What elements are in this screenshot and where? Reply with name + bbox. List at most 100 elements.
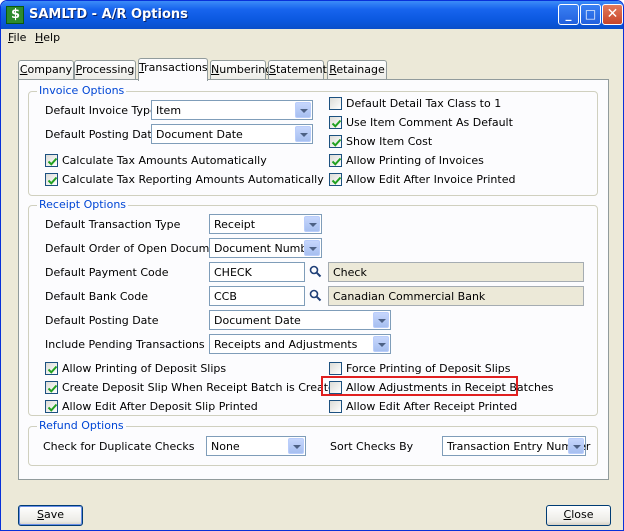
show-item-cost-label: Show Item Cost bbox=[346, 135, 433, 148]
default-invoice-type-label: Default Invoice Type bbox=[45, 104, 157, 117]
tab-transactions[interactable]: Transactions bbox=[138, 58, 208, 81]
check-duplicate-select[interactable]: None bbox=[206, 436, 306, 456]
checkbox-box[interactable] bbox=[329, 362, 342, 375]
checkbox-box[interactable] bbox=[329, 154, 342, 167]
chevron-down-icon[interactable] bbox=[568, 438, 584, 454]
include-pending-select[interactable]: Receipts and Adjustments bbox=[209, 334, 391, 354]
search-icon[interactable] bbox=[306, 262, 326, 282]
invoice-options-group: Invoice Options Default Invoice Type Ite… bbox=[28, 84, 598, 196]
checkmark-icon bbox=[331, 157, 342, 166]
receipt-default-posting-date-label: Default Posting Date bbox=[45, 314, 159, 327]
default-order-select[interactable]: Document Number bbox=[209, 238, 322, 258]
checkbox-box[interactable] bbox=[45, 381, 58, 394]
refund-options-group: Refund Options Check for Duplicate Check… bbox=[28, 419, 598, 466]
default-bank-code-label: Default Bank Code bbox=[45, 290, 148, 303]
menu-help[interactable]: Help bbox=[35, 31, 60, 44]
checkbox-box[interactable] bbox=[329, 116, 342, 129]
checkbox-box[interactable] bbox=[329, 135, 342, 148]
checkmark-icon bbox=[331, 119, 342, 128]
check-duplicate-label: Check for Duplicate Checks bbox=[43, 440, 195, 453]
default-payment-code-input[interactable]: CHECK bbox=[209, 262, 305, 282]
tab-company[interactable]: Company bbox=[18, 60, 74, 80]
close-window-button[interactable]: ✕ bbox=[602, 4, 623, 25]
bank-code-description: Canadian Commercial Bank bbox=[328, 286, 584, 306]
search-icon[interactable] bbox=[306, 286, 326, 306]
payment-code-description: Check bbox=[328, 262, 584, 282]
default-posting-date-select[interactable]: Document Date bbox=[151, 124, 313, 144]
title-bar: SAMLTD - A/R Options _ □ ✕ bbox=[1, 1, 623, 29]
chevron-down-icon[interactable] bbox=[295, 102, 311, 118]
checkmark-icon bbox=[331, 138, 342, 147]
allow-edit-after-invoice-label: Allow Edit After Invoice Printed bbox=[346, 173, 516, 186]
checkbox-box[interactable] bbox=[45, 154, 58, 167]
receipt-options-legend: Receipt Options bbox=[37, 198, 129, 211]
tab-retainage[interactable]: Retainage bbox=[327, 60, 387, 80]
default-transaction-type-select[interactable]: Receipt bbox=[209, 214, 322, 234]
checkmark-icon bbox=[47, 157, 58, 166]
save-button[interactable]: Save bbox=[18, 505, 83, 526]
checkbox-box[interactable] bbox=[45, 362, 58, 375]
default-invoice-type-select[interactable]: Item bbox=[151, 100, 313, 120]
tab-processing[interactable]: Processing bbox=[74, 60, 136, 80]
include-pending-value: Receipts and Adjustments bbox=[214, 338, 358, 351]
checkbox-box[interactable] bbox=[329, 381, 342, 394]
app-icon bbox=[6, 6, 24, 24]
receipt-default-posting-date-select[interactable]: Document Date bbox=[209, 310, 391, 330]
menu-file[interactable]: File bbox=[8, 31, 26, 44]
default-bank-code-input[interactable]: CCB bbox=[209, 286, 305, 306]
checkmark-icon bbox=[47, 384, 58, 393]
checkmark-icon bbox=[47, 176, 58, 185]
checkmark-icon bbox=[47, 403, 58, 412]
default-payment-code-value: CHECK bbox=[214, 266, 252, 279]
default-detail-tax-class-label: Default Detail Tax Class to 1 bbox=[346, 97, 502, 110]
close-button[interactable]: Close bbox=[546, 505, 611, 526]
invoice-options-legend: Invoice Options bbox=[37, 84, 127, 97]
checkbox-box[interactable] bbox=[45, 400, 58, 413]
use-item-comment-label: Use Item Comment As Default bbox=[346, 116, 513, 129]
default-order-label: Default Order of Open Documents bbox=[45, 242, 234, 255]
refund-options-legend: Refund Options bbox=[37, 419, 126, 432]
tab-statement[interactable]: Statement bbox=[268, 60, 327, 80]
payment-code-description-text: Check bbox=[333, 266, 367, 279]
allow-edit-after-deposit-label: Allow Edit After Deposit Slip Printed bbox=[62, 400, 258, 413]
chevron-down-icon[interactable] bbox=[373, 336, 389, 352]
create-deposit-slip-label: Create Deposit Slip When Receipt Batch i… bbox=[62, 381, 342, 394]
receipt-default-posting-date-value: Document Date bbox=[214, 314, 301, 327]
allow-edit-after-receipt-label: Allow Edit After Receipt Printed bbox=[346, 400, 518, 413]
allow-printing-invoices-label: Allow Printing of Invoices bbox=[346, 154, 484, 167]
checkmark-icon bbox=[47, 365, 58, 374]
default-posting-date-label: Default Posting Date bbox=[45, 128, 159, 141]
allow-adjustments-label: Allow Adjustments in Receipt Batches bbox=[346, 381, 554, 394]
force-printing-deposit-slips-label: Force Printing of Deposit Slips bbox=[346, 362, 511, 375]
check-duplicate-value: None bbox=[211, 440, 240, 453]
checkbox-box[interactable] bbox=[329, 97, 342, 110]
maximize-button[interactable]: □ bbox=[580, 4, 601, 25]
allow-printing-deposit-slips-label: Allow Printing of Deposit Slips bbox=[62, 362, 227, 375]
sort-checks-select[interactable]: Transaction Entry Number bbox=[442, 436, 590, 456]
chevron-down-icon[interactable] bbox=[288, 438, 304, 454]
default-bank-code-value: CCB bbox=[214, 290, 237, 303]
include-pending-label: Include Pending Transactions bbox=[45, 338, 205, 351]
chevron-down-icon[interactable] bbox=[373, 312, 389, 328]
checkbox-box[interactable] bbox=[45, 173, 58, 186]
chevron-down-icon[interactable] bbox=[295, 126, 311, 142]
tab-strip: Company Processing Transactions Numberin… bbox=[18, 58, 618, 81]
bank-code-description-text: Canadian Commercial Bank bbox=[333, 290, 486, 303]
default-transaction-type-value: Receipt bbox=[214, 218, 256, 231]
window-title: SAMLTD - A/R Options bbox=[29, 7, 188, 22]
default-order-value: Document Number bbox=[214, 242, 319, 255]
default-payment-code-label: Default Payment Code bbox=[45, 266, 169, 279]
checkmark-icon bbox=[331, 176, 342, 185]
chevron-down-icon[interactable] bbox=[304, 216, 320, 232]
calc-tax-amounts-label: Calculate Tax Amounts Automatically bbox=[62, 154, 267, 167]
ar-options-window: SAMLTD - A/R Options _ □ ✕ File Help Com… bbox=[0, 0, 624, 531]
receipt-options-group: Receipt Options Default Transaction Type… bbox=[28, 198, 598, 416]
default-transaction-type-label: Default Transaction Type bbox=[45, 218, 181, 231]
menu-bar: File Help bbox=[1, 29, 623, 47]
default-posting-date-value: Document Date bbox=[156, 128, 243, 141]
tab-numbering[interactable]: Numbering bbox=[210, 60, 272, 80]
chevron-down-icon[interactable] bbox=[304, 240, 320, 256]
minimize-button[interactable]: _ bbox=[558, 4, 579, 25]
checkbox-box[interactable] bbox=[329, 400, 342, 413]
checkbox-box[interactable] bbox=[329, 173, 342, 186]
